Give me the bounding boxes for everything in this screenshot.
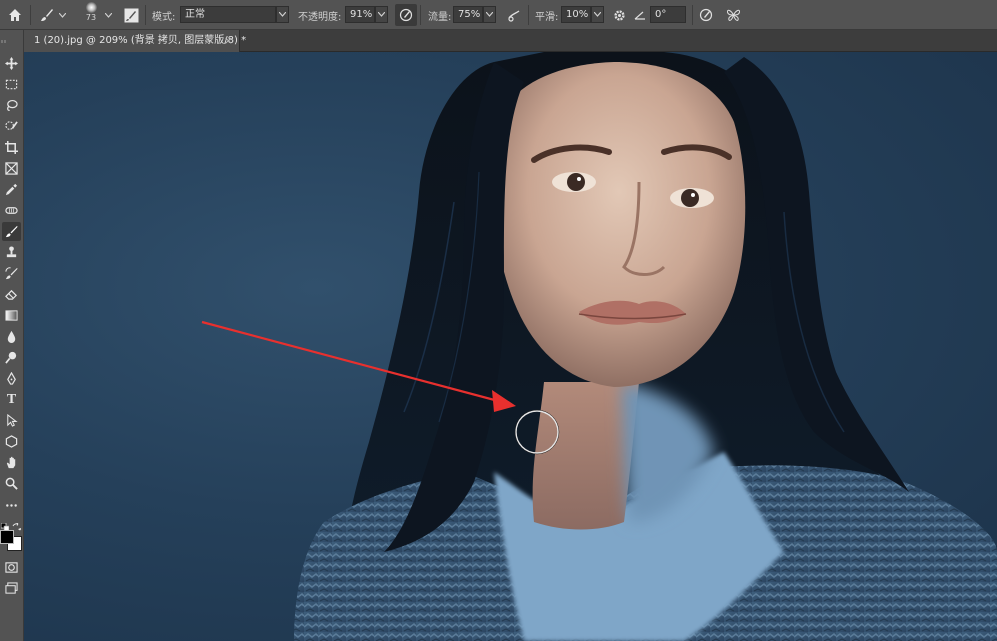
healing-brush-tool-icon[interactable] (2, 201, 21, 220)
chevron-down-icon[interactable] (276, 6, 289, 23)
airbrush-icon[interactable] (503, 4, 525, 26)
smoothing-input[interactable]: 10% (561, 6, 591, 23)
home-icon[interactable] (4, 4, 26, 26)
flow-label: 流量: (428, 12, 452, 23)
screen-mode-icon[interactable] (2, 579, 21, 598)
brush-preset-icon[interactable] (36, 4, 58, 26)
symmetry-butterfly-icon[interactable] (722, 4, 744, 26)
toolbar-collapse-icon[interactable] (0, 30, 24, 43)
foreground-color-swatch[interactable] (0, 530, 14, 544)
blend-mode-select[interactable]: 正常 (180, 6, 276, 23)
brush-size-picker[interactable]: 73 (80, 1, 102, 23)
quick-selection-tool-icon[interactable] (2, 117, 21, 136)
marquee-tool-icon[interactable] (2, 75, 21, 94)
document-canvas[interactable] (24, 52, 997, 641)
type-tool-letter: T (6, 391, 17, 407)
tools-panel: T (0, 30, 24, 641)
path-selection-tool-icon[interactable] (2, 411, 21, 430)
portrait-photo (201, 52, 997, 641)
opacity-label: 不透明度: (298, 12, 342, 23)
zoom-tool-icon[interactable] (2, 474, 21, 493)
quick-mask-icon[interactable] (2, 558, 21, 577)
dodge-tool-icon[interactable] (2, 348, 21, 367)
move-tool-icon[interactable] (2, 54, 21, 73)
brush-tip-icon (85, 2, 97, 13)
document-tab-bar: 1 (20).jpg @ 209% (背景 拷贝, 图层蒙版/8) * × (24, 30, 997, 52)
separator (528, 5, 529, 25)
blur-tool-icon[interactable] (2, 327, 21, 346)
brush-angle-icon (632, 4, 648, 26)
pen-tool-icon[interactable] (2, 369, 21, 388)
brush-tool-icon[interactable] (2, 222, 21, 241)
chevron-down-icon[interactable] (102, 4, 114, 26)
clone-stamp-tool-icon[interactable] (2, 243, 21, 262)
gear-icon[interactable] (608, 4, 630, 26)
chevron-down-icon[interactable] (483, 6, 496, 23)
options-bar: 73 模式: 正常 不透明度: 91% 流量: 75% 平滑: 10% 0° (0, 0, 997, 30)
brush-angle-input[interactable]: 0° (650, 6, 686, 23)
chevron-down-icon[interactable] (375, 6, 388, 23)
smoothing-label: 平滑: (535, 12, 559, 23)
separator (692, 5, 693, 25)
opacity-input[interactable]: 91% (345, 6, 375, 23)
type-tool-icon[interactable]: T (2, 390, 21, 409)
frame-tool-icon[interactable] (2, 159, 21, 178)
eraser-tool-icon[interactable] (2, 285, 21, 304)
flow-input[interactable]: 75% (453, 6, 483, 23)
hand-tool-icon[interactable] (2, 453, 21, 472)
gradient-tool-icon[interactable] (2, 306, 21, 325)
close-icon[interactable]: × (224, 30, 233, 52)
document-tab[interactable]: 1 (20).jpg @ 209% (背景 拷贝, 图层蒙版/8) * × (24, 30, 246, 52)
brush-size-value: 73 (85, 13, 97, 22)
separator (420, 5, 421, 25)
document-tab-title: 1 (20).jpg @ 209% (背景 拷贝, 图层蒙版/8) * (34, 35, 247, 46)
swap-colors-icon[interactable] (12, 516, 22, 531)
chevron-down-icon[interactable] (591, 6, 604, 23)
crop-tool-icon[interactable] (2, 138, 21, 157)
separator (145, 5, 146, 25)
separator (30, 5, 31, 25)
chevron-down-icon[interactable] (56, 4, 68, 26)
brush-settings-panel-icon[interactable] (120, 4, 142, 26)
eyedropper-tool-icon[interactable] (2, 180, 21, 199)
lasso-tool-icon[interactable] (2, 96, 21, 115)
pressure-opacity-icon[interactable] (395, 4, 417, 26)
default-colors-icon[interactable] (0, 516, 10, 532)
pressure-size-icon[interactable] (695, 4, 717, 26)
shape-tool-icon[interactable] (2, 432, 21, 451)
mode-label: 模式: (152, 12, 176, 23)
more-tools-icon[interactable] (2, 496, 21, 515)
history-brush-tool-icon[interactable] (2, 264, 21, 283)
